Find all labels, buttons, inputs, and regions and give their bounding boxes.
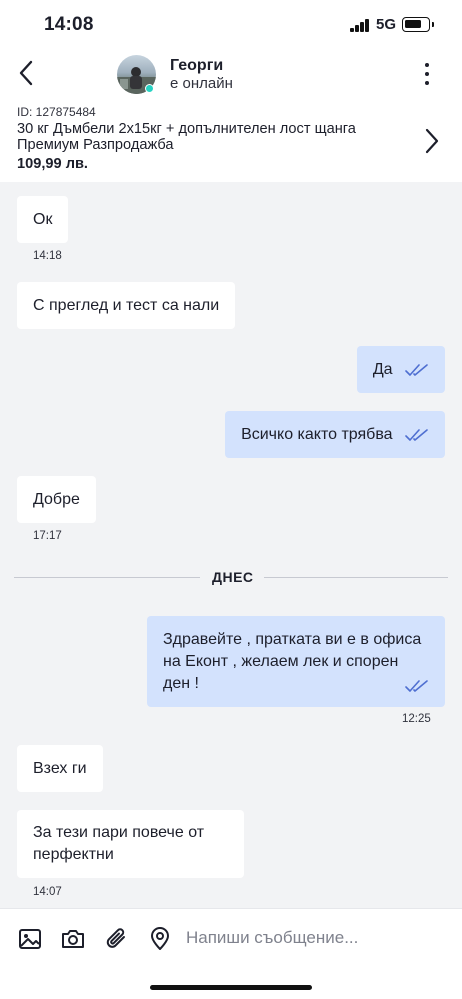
more-vertical-icon (425, 63, 429, 67)
listing-card[interactable]: ID: 127875484 30 кг Дъмбели 2х15кг + доп… (0, 100, 462, 182)
status-time: 14:08 (44, 14, 94, 35)
day-separator: ДНЕС (14, 567, 448, 587)
network-label: 5G (376, 16, 397, 33)
message-text: Добре (33, 491, 80, 508)
listing-title: 30 кг Дъмбели 2х15кг + допълнителен лост… (17, 121, 356, 153)
message-text: Здравейте , пратката ви е в офиса на Еко… (163, 631, 422, 692)
message-bubble-incoming: Взех ги (17, 745, 103, 792)
more-options-button[interactable] (418, 60, 436, 88)
message-bubble-incoming: Ок (17, 196, 69, 243)
image-icon (19, 929, 41, 949)
chevron-right-icon (425, 128, 439, 154)
gallery-button[interactable] (17, 926, 43, 952)
message-time: 12:25 (402, 713, 431, 725)
attach-button[interactable] (104, 926, 130, 952)
back-button[interactable] (14, 58, 42, 88)
location-pin-icon (151, 927, 169, 950)
message-text: Всичко както трябва (241, 426, 393, 443)
user-status: е онлайн (170, 75, 233, 92)
read-ticks-icon (405, 363, 428, 376)
battery-icon (402, 17, 434, 32)
message-text: За тези пари повече от перфектни (33, 824, 205, 863)
message-text: С преглед и тест са нали (33, 297, 220, 314)
home-indicator (150, 985, 312, 990)
camera-button[interactable] (60, 926, 86, 952)
online-indicator (145, 84, 154, 93)
read-ticks-icon (405, 680, 428, 692)
camera-icon (62, 930, 84, 948)
message-list[interactable]: Ок 14:18 С преглед и тест са нали Да Вси… (0, 182, 462, 908)
message-input[interactable] (186, 922, 448, 954)
listing-price: 109,99 лв. (17, 156, 88, 172)
chat-header: Георги е онлайн (0, 50, 462, 100)
message-time: 14:18 (33, 250, 62, 262)
message-time: 17:17 (33, 530, 62, 542)
message-composer (0, 908, 462, 999)
message-bubble-incoming: Добре (17, 476, 96, 523)
read-ticks-icon (405, 428, 428, 441)
chevron-left-icon (19, 60, 33, 86)
status-bar: 14:08 5G (0, 0, 462, 50)
message-time: 14:07 (33, 886, 62, 898)
message-text: Взех ги (33, 760, 87, 777)
message-text: Да (372, 361, 393, 378)
message-bubble-incoming: За тези пари повече от перфектни (17, 810, 244, 878)
message-bubble-outgoing: Здравейте , пратката ви е в офиса на Еко… (147, 616, 445, 707)
message-bubble-outgoing: Да (356, 346, 445, 393)
listing-id: ID: 127875484 (17, 105, 96, 119)
paperclip-icon (106, 928, 125, 948)
message-text: Ок (33, 211, 53, 228)
day-separator-label: ДНЕС (212, 569, 254, 585)
user-name: Георги (170, 57, 224, 74)
location-button[interactable] (147, 926, 173, 952)
signal-icon (350, 19, 370, 32)
message-bubble-outgoing: Всичко както трябва (225, 411, 445, 458)
message-bubble-incoming: С преглед и тест са нали (17, 282, 236, 329)
